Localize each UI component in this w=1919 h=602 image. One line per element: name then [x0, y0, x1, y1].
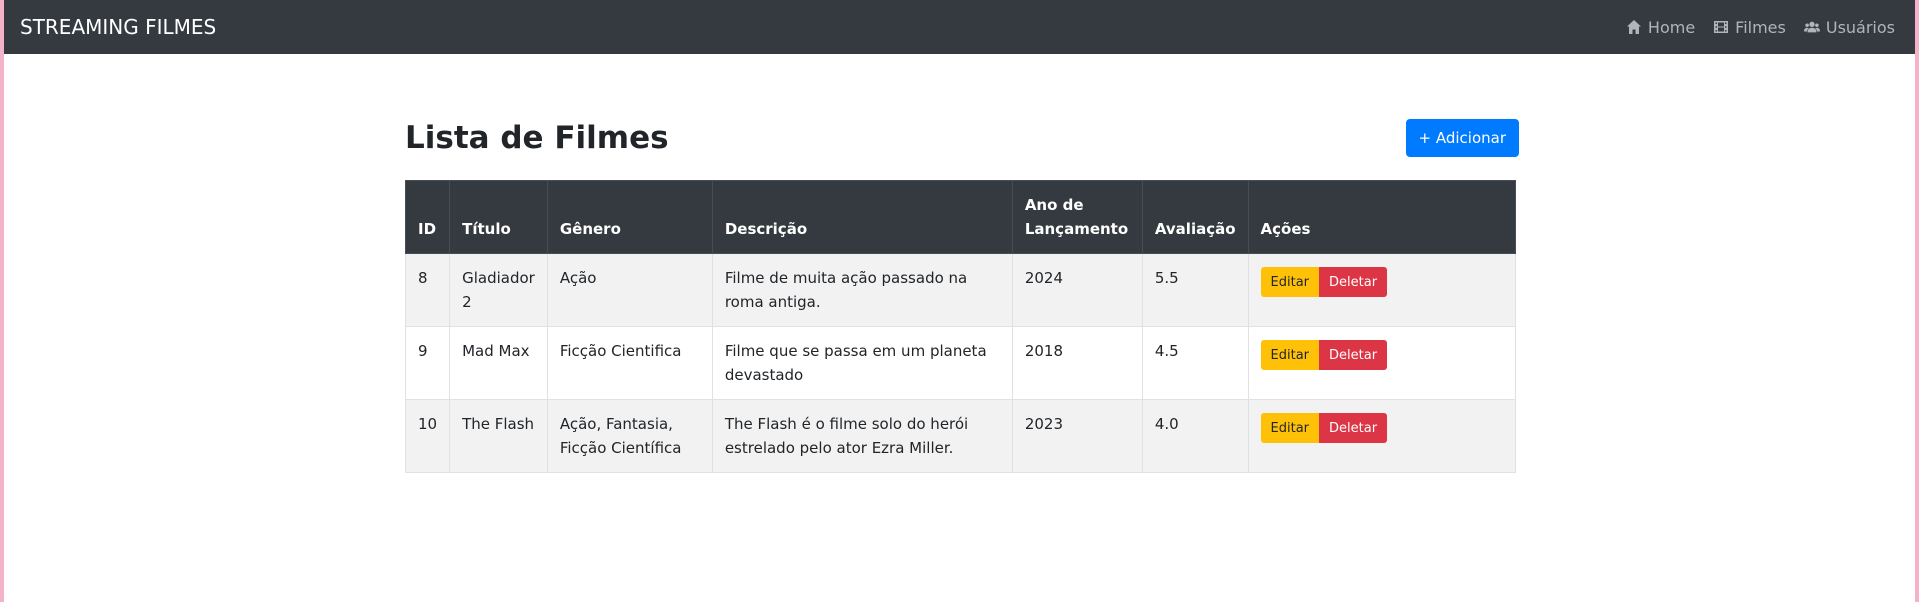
delete-button[interactable]: Deletar — [1319, 413, 1388, 443]
nav-links: Home Filmes Usuários — [1626, 18, 1895, 37]
cell-titulo: Mad Max — [449, 326, 548, 400]
cell-descricao: The Flash é o filme solo do herói estrel… — [711, 399, 1013, 473]
cell-genero: Ficção Cientifica — [546, 326, 713, 400]
edit-button[interactable]: Editar — [1260, 267, 1320, 297]
cell-avaliacao: 4.0 — [1141, 399, 1249, 473]
cell-titulo: The Flash — [449, 399, 548, 473]
table-row: 10 The Flash Ação, Fantasia, Ficção Cien… — [404, 399, 1517, 473]
page-title: Lista de Filmes — [405, 120, 669, 156]
action-buttons: Editar Deletar — [1260, 413, 1503, 443]
table-row: 8 Gladiador 2 Ação Filme de muita ação p… — [404, 253, 1517, 327]
main-container: Lista de Filmes + Adicionar ID Título Gê… — [404, 118, 1519, 473]
column-header-ano: Ano de Lançamento — [1011, 180, 1143, 254]
cell-id: 8 — [404, 253, 451, 327]
cell-id: 9 — [404, 326, 451, 400]
edit-button[interactable]: Editar — [1260, 340, 1320, 370]
home-icon — [1626, 20, 1641, 34]
delete-button[interactable]: Deletar — [1319, 340, 1388, 370]
edit-button[interactable]: Editar — [1260, 413, 1320, 443]
page-header: Lista de Filmes + Adicionar — [405, 118, 1519, 158]
cell-ano: 2024 — [1011, 253, 1143, 327]
cell-genero: Ação, Fantasia, Ficção Científica — [546, 399, 713, 473]
cell-titulo: Gladiador 2 — [449, 253, 548, 327]
table-row: 9 Mad Max Ficção Cientifica Filme que se… — [404, 326, 1517, 400]
users-icon — [1803, 21, 1820, 33]
cell-id: 10 — [404, 399, 451, 473]
films-table: ID Título Gênero Descrição Ano de Lançam… — [404, 180, 1517, 473]
nav-link-label: Filmes — [1735, 17, 1786, 37]
cell-avaliacao: 4.5 — [1141, 326, 1249, 400]
navbar: STREAMING FILMES Home Filmes Usuários — [4, 0, 1915, 54]
action-buttons: Editar Deletar — [1260, 340, 1503, 370]
column-header-avaliacao: Avaliação — [1141, 180, 1249, 254]
cell-descricao: Filme que se passa em um planeta devasta… — [711, 326, 1013, 400]
cell-descricao: Filme de muita ação passado na roma anti… — [711, 253, 1013, 327]
cell-acoes: Editar Deletar — [1247, 326, 1517, 400]
column-header-genero: Gênero — [546, 180, 713, 254]
nav-link-usuarios[interactable]: Usuários — [1803, 17, 1895, 37]
table-header-row: ID Título Gênero Descrição Ano de Lançam… — [404, 180, 1517, 254]
cell-genero: Ação — [546, 253, 713, 327]
cell-avaliacao: 5.5 — [1141, 253, 1249, 327]
column-header-titulo: Título — [449, 180, 548, 254]
column-header-descricao: Descrição — [711, 180, 1013, 254]
cell-ano: 2018 — [1011, 326, 1143, 400]
nav-link-label: Home — [1647, 17, 1696, 37]
cell-ano: 2023 — [1011, 399, 1143, 473]
column-header-id: ID — [404, 180, 451, 254]
navbar-brand[interactable]: STREAMING FILMES — [20, 15, 216, 39]
action-buttons: Editar Deletar — [1260, 267, 1503, 297]
nav-link-filmes[interactable]: Filmes — [1713, 18, 1786, 37]
film-icon — [1714, 21, 1729, 33]
cell-acoes: Editar Deletar — [1247, 253, 1517, 327]
nav-link-home[interactable]: Home — [1626, 18, 1695, 37]
add-button[interactable]: + Adicionar — [1405, 119, 1519, 157]
nav-link-label: Usuários — [1825, 17, 1895, 37]
delete-button[interactable]: Deletar — [1319, 267, 1388, 297]
column-header-acoes: Ações — [1247, 180, 1517, 254]
cell-acoes: Editar Deletar — [1247, 399, 1517, 473]
